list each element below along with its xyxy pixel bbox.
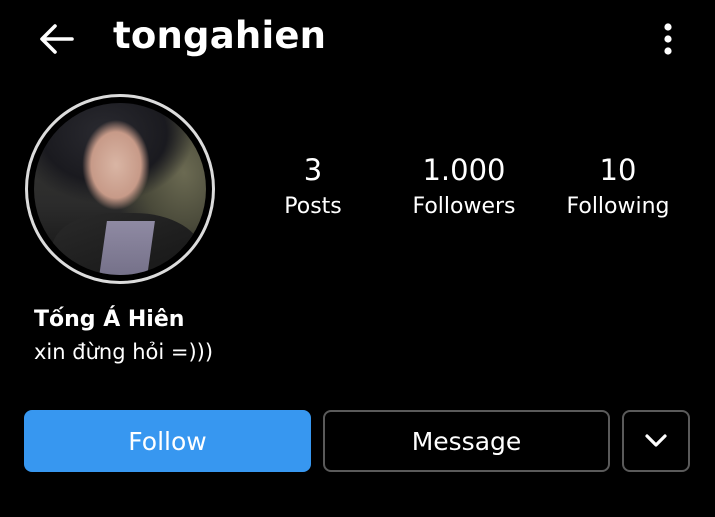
options-button[interactable] [652,18,684,60]
following-stat[interactable]: 10 Following [543,150,693,224]
profile-header: tongahien [0,0,715,78]
chevron-down-icon [645,434,667,447]
more-vertical-icon [664,23,672,55]
follow-button[interactable]: Follow [24,410,311,472]
followers-count: 1.000 [422,153,506,187]
following-label: Following [566,194,670,219]
suggested-accounts-button[interactable] [622,410,690,472]
back-button[interactable] [34,16,80,62]
posts-label: Posts [284,194,342,219]
followers-stat[interactable]: 1.000 Followers [389,150,539,224]
bio-text: xin đừng hỏi =))) [34,340,214,364]
display-name: Tống Á Hiên [34,307,185,332]
avatar[interactable] [34,103,206,275]
arrow-left-icon [40,24,74,54]
following-count: 10 [599,153,637,187]
message-button[interactable]: Message [323,410,610,472]
followers-label: Followers [412,194,516,219]
profile-username: tongahien [113,14,327,57]
posts-stat[interactable]: 3 Posts [238,150,388,224]
avatar-shirt [97,221,155,275]
posts-count: 3 [303,153,323,187]
